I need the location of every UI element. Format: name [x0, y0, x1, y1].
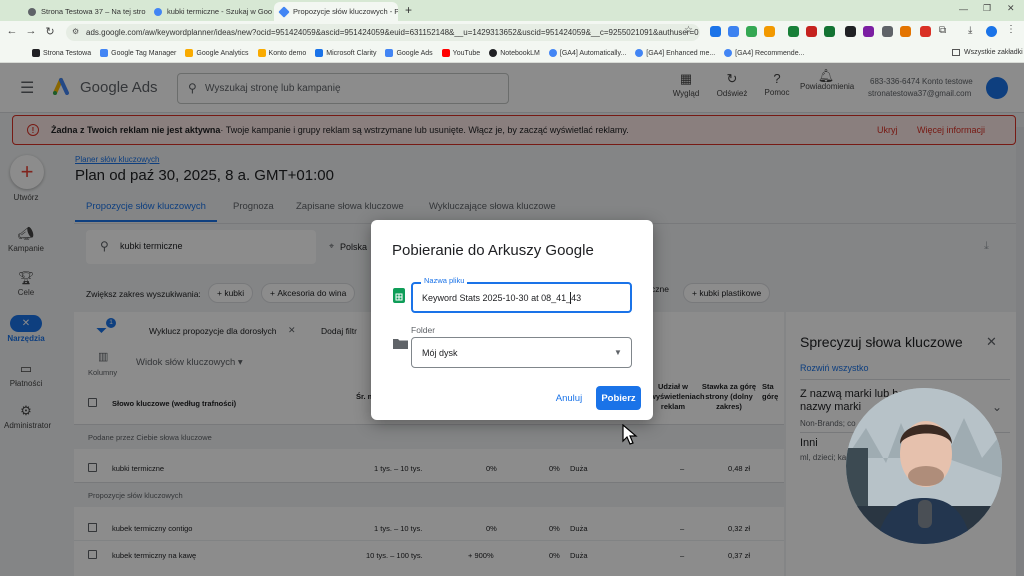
- browser-tab[interactable]: kubki termiczne - Szukaj w Goo ✕: [148, 2, 272, 21]
- forward-icon[interactable]: →: [23, 25, 39, 37]
- extension-icon[interactable]: [788, 26, 799, 37]
- download-button[interactable]: Pobierz: [596, 386, 641, 410]
- file-name-value: Keyword Stats 2025-10-30 at 08_41_43: [422, 293, 582, 303]
- menu-kebab-icon[interactable]: ⋮: [1006, 24, 1016, 35]
- bookmark[interactable]: Microsoft Clarity: [315, 49, 376, 57]
- minimize-icon[interactable]: —: [959, 4, 968, 14]
- extension-icon[interactable]: [882, 26, 893, 37]
- site-info-icon[interactable]: ⚙: [72, 27, 79, 36]
- google-icon: [154, 7, 162, 16]
- folder-select[interactable]: Mój dysk ▼: [411, 337, 632, 368]
- extension-icon[interactable]: [920, 26, 931, 37]
- extension-icon[interactable]: [710, 26, 721, 37]
- file-name-field[interactable]: Nazwa pliku Keyword Stats 2025-10-30 at …: [411, 276, 632, 313]
- google-ads-icon: [278, 5, 290, 18]
- bookmark[interactable]: Google Tag Manager: [100, 49, 176, 57]
- browser-tab-active[interactable]: Propozycje słów kluczowych - P ✕: [274, 2, 398, 21]
- back-icon[interactable]: ←: [4, 25, 20, 37]
- folder-icon: [393, 338, 408, 349]
- address-bar-row: ← → ↻ ⚙ ads.google.com/aw/keywordplanner…: [0, 21, 1024, 44]
- bookmark[interactable]: Google Analytics: [185, 49, 249, 57]
- profile-avatar[interactable]: [986, 26, 997, 37]
- extension-icon[interactable]: [824, 26, 835, 37]
- extension-icon[interactable]: [863, 26, 874, 37]
- extension-icon[interactable]: [900, 26, 911, 37]
- bookmark[interactable]: Strona Testowa: [32, 49, 91, 57]
- url-field[interactable]: ⚙ ads.google.com/aw/keywordplanner/ideas…: [66, 24, 700, 41]
- bookmarks-bar: Strona Testowa Google Tag Manager Google…: [0, 44, 1024, 63]
- extension-icon[interactable]: [764, 26, 775, 37]
- file-name-label: Nazwa pliku: [421, 276, 468, 285]
- presenter-webcam: [846, 388, 1002, 544]
- bookmark[interactable]: Google Ads: [385, 49, 433, 57]
- tab-title: kubki termiczne - Szukaj w Goo: [167, 7, 272, 16]
- dropdown-arrow-icon: ▼: [614, 348, 622, 357]
- url-text: ads.google.com/aw/keywordplanner/ideas/n…: [86, 28, 699, 37]
- folder-value: Mój dysk: [422, 348, 458, 358]
- extensions-puzzle-icon[interactable]: ⧉: [939, 25, 946, 36]
- extension-icon[interactable]: [728, 26, 739, 37]
- maximize-icon[interactable]: ❐: [983, 3, 991, 14]
- bookmark[interactable]: [GA4] Automatically...: [548, 49, 626, 57]
- bookmark[interactable]: YouTube: [441, 49, 480, 57]
- browser-tab[interactable]: Strona Testowa 37 – Na tej stro ✕: [22, 2, 146, 21]
- all-bookmarks[interactable]: Wszystkie zakładki: [952, 49, 1023, 56]
- browser-tab-strip: Strona Testowa 37 – Na tej stro ✕ kubki …: [0, 0, 1024, 21]
- download-sheets-dialog: Pobieranie do Arkuszy Google Nazwa pliku…: [371, 220, 653, 420]
- download-icon[interactable]: ⤓: [968, 25, 972, 36]
- tab-title: Propozycje słów kluczowych - P: [293, 7, 398, 16]
- extension-icon[interactable]: [806, 26, 817, 37]
- bookmark[interactable]: [GA4] Enhanced me...: [635, 49, 715, 57]
- bookmark[interactable]: [GA4] Recommende...: [724, 49, 804, 57]
- tab-title: Strona Testowa 37 – Na tej stro: [41, 7, 146, 16]
- bookmark[interactable]: NotebookLM: [489, 49, 540, 57]
- new-tab-button[interactable]: +: [405, 3, 412, 17]
- google-sheets-icon: [393, 288, 405, 303]
- reload-icon[interactable]: ↻: [42, 25, 58, 38]
- extension-icon[interactable]: [845, 26, 856, 37]
- extension-icon[interactable]: [746, 26, 757, 37]
- star-icon[interactable]: ☆: [684, 25, 693, 36]
- cancel-button[interactable]: Anuluj: [549, 386, 589, 410]
- folder-label: Folder: [411, 325, 436, 335]
- text-cursor: [570, 292, 571, 304]
- bookmark[interactable]: Konto demo: [257, 49, 306, 57]
- close-window-icon[interactable]: ✕: [1007, 3, 1015, 14]
- mouse-cursor-icon: [622, 423, 638, 446]
- dialog-title: Pobieranie do Arkuszy Google: [392, 242, 594, 259]
- globe-icon: [28, 7, 36, 16]
